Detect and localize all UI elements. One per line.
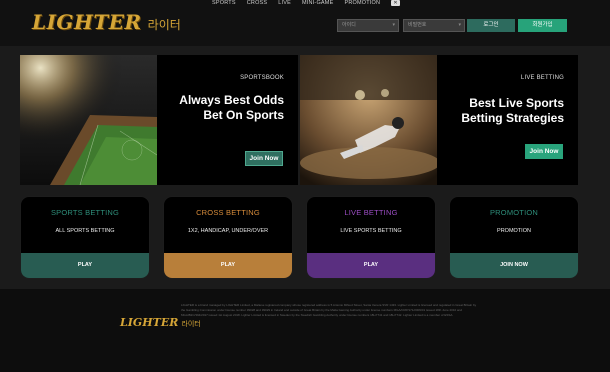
nav-mini-game[interactable]: MINI-GAME — [302, 0, 333, 8]
card-subtitle: PROMOTION — [497, 228, 531, 234]
nav-cross[interactable]: CROSS — [247, 0, 268, 8]
site-logo[interactable]: LIGHTER 라이터 — [32, 10, 181, 34]
password-input[interactable]: 비밀번호 — [403, 19, 465, 32]
live-betting-join-button[interactable]: Join Now — [525, 144, 563, 159]
live-betting-banner[interactable]: LIVE BETTING Best Live Sports Betting St… — [300, 55, 578, 185]
footer-legal-text: LIGHTER is a brand managed by LIGHTER Li… — [181, 303, 477, 317]
top-nav: SPORTS CROSS LIVE MINI-GAME PROMOTION — [212, 0, 380, 8]
live-play-button[interactable]: PLAY — [307, 253, 435, 278]
card-title: LIVE BETTING — [344, 208, 398, 217]
sportsbook-banner[interactable]: SPORTSBOOK Always Best Odds Bet On Sport… — [20, 55, 298, 185]
card-title: CROSS BETTING — [196, 208, 260, 217]
sportsbook-tag: SPORTSBOOK — [240, 75, 284, 81]
live-betting-card[interactable]: LIVE BETTING LIVE SPORTS BETTING PLAY — [306, 196, 436, 279]
site-footer: LIGHTER 라이터 LIGHTER is a brand managed b… — [0, 289, 610, 372]
login-button[interactable]: 로그인 — [467, 19, 515, 32]
baseball-image — [300, 55, 437, 185]
sportsbook-heading: Always Best Odds Bet On Sports — [179, 93, 284, 122]
join-button[interactable]: 회원가입 — [518, 19, 567, 32]
stadium-image — [20, 55, 157, 185]
cross-betting-card[interactable]: CROSS BETTING 1X2, HANDICAP, UNDER/OVER … — [163, 196, 293, 279]
nav-live[interactable]: LIVE — [278, 0, 291, 8]
card-subtitle: LIVE SPORTS BETTING — [340, 228, 402, 234]
nav-promotion[interactable]: PROMOTION — [344, 0, 380, 8]
card-subtitle: ALL SPORTS BETTING — [55, 228, 115, 234]
sports-play-button[interactable]: PLAY — [21, 253, 149, 278]
nav-sports[interactable]: SPORTS — [212, 0, 236, 8]
logo-text: LIGHTER — [32, 10, 142, 34]
close-icon[interactable]: ✕ — [391, 0, 400, 6]
promotion-join-button[interactable]: JOIN NOW — [450, 253, 578, 278]
sportsbook-join-button[interactable]: Join Now — [245, 151, 283, 166]
sports-betting-card[interactable]: SPORTS BETTING ALL SPORTS BETTING PLAY — [20, 196, 150, 279]
live-betting-tag: LIVE BETTING — [520, 75, 564, 81]
sportsbook-panel: SPORTSBOOK Always Best Odds Bet On Sport… — [157, 55, 298, 185]
logo-korean: 라이터 — [147, 18, 181, 32]
user-id-input[interactable]: 아이디 — [337, 19, 399, 32]
promotion-card[interactable]: PROMOTION PROMOTION JOIN NOW — [449, 196, 579, 279]
cross-play-button[interactable]: PLAY — [164, 253, 292, 278]
card-title: SPORTS BETTING — [50, 208, 120, 217]
card-subtitle: 1X2, HANDICAP, UNDER/OVER — [187, 228, 269, 234]
live-betting-heading: Best Live Sports Betting Strategies — [461, 96, 564, 125]
footer-logo-korean: 라이터 — [181, 320, 201, 328]
live-betting-panel: LIVE BETTING Best Live Sports Betting St… — [437, 55, 578, 185]
footer-logo-text: LIGHTER — [120, 316, 179, 329]
login-form: 아이디 비밀번호 — [337, 19, 465, 32]
site-header: SPORTS CROSS LIVE MINI-GAME PROMOTION ✕ … — [0, 0, 610, 46]
card-title: PROMOTION — [489, 208, 539, 217]
